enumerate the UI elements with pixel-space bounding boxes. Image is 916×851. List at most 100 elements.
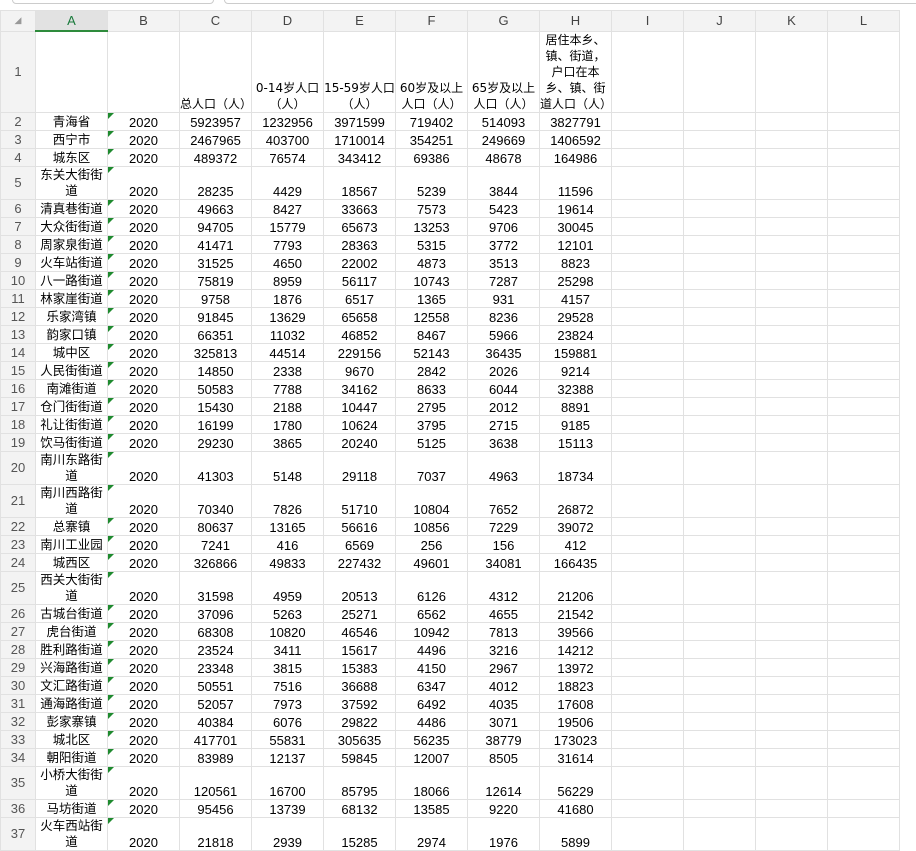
row-header[interactable]: 21: [0, 483, 36, 518]
row-header[interactable]: 8: [0, 234, 36, 254]
data-cell[interactable]: 2020: [107, 621, 180, 641]
data-cell[interactable]: [755, 483, 828, 518]
data-cell[interactable]: 95456: [179, 798, 252, 818]
data-cell[interactable]: 2020: [107, 483, 180, 518]
header-cell[interactable]: 居住本乡、镇、街道，户口在本乡、镇、街道人口（人）: [539, 30, 612, 113]
data-cell[interactable]: 354251: [395, 129, 468, 149]
data-cell[interactable]: [611, 129, 684, 149]
data-cell[interactable]: 326866: [179, 552, 252, 572]
data-cell[interactable]: 931: [467, 288, 540, 308]
row-header[interactable]: 27: [0, 621, 36, 641]
data-cell[interactable]: [755, 516, 828, 536]
header-cell[interactable]: [107, 30, 180, 113]
data-cell[interactable]: 12137: [251, 747, 324, 767]
data-cell[interactable]: 33663: [323, 198, 396, 218]
region-name-cell[interactable]: 韵家口镇: [35, 324, 108, 344]
data-cell[interactable]: 80637: [179, 516, 252, 536]
data-cell[interactable]: 2020: [107, 414, 180, 434]
data-cell[interactable]: 4873: [395, 252, 468, 272]
data-cell[interactable]: [755, 534, 828, 554]
data-cell[interactable]: 8505: [467, 747, 540, 767]
data-cell[interactable]: [755, 450, 828, 485]
data-cell[interactable]: 68132: [323, 798, 396, 818]
data-cell[interactable]: [755, 147, 828, 167]
data-cell[interactable]: [827, 288, 900, 308]
data-cell[interactable]: 4655: [467, 603, 540, 623]
data-cell[interactable]: [755, 129, 828, 149]
row-header[interactable]: 19: [0, 432, 36, 452]
data-cell[interactable]: 2939: [251, 816, 324, 851]
data-cell[interactable]: 2020: [107, 198, 180, 218]
data-cell[interactable]: 34162: [323, 378, 396, 398]
data-cell[interactable]: 29230: [179, 432, 252, 452]
data-cell[interactable]: 2020: [107, 111, 180, 131]
data-cell[interactable]: [755, 693, 828, 713]
data-cell[interactable]: 6562: [395, 603, 468, 623]
header-cell[interactable]: [35, 30, 108, 113]
header-cell[interactable]: [827, 30, 900, 113]
data-cell[interactable]: 75819: [179, 270, 252, 290]
data-cell[interactable]: 41303: [179, 450, 252, 485]
data-cell[interactable]: [827, 450, 900, 485]
data-cell[interactable]: [683, 483, 756, 518]
data-cell[interactable]: [755, 396, 828, 416]
data-cell[interactable]: 403700: [251, 129, 324, 149]
data-cell[interactable]: [827, 675, 900, 695]
row-header[interactable]: 1: [0, 30, 36, 113]
data-cell[interactable]: [611, 483, 684, 518]
header-cell[interactable]: 15-59岁人口（人）: [323, 30, 396, 113]
data-cell[interactable]: 3638: [467, 432, 540, 452]
region-name-cell[interactable]: 文汇路街道: [35, 675, 108, 695]
data-cell[interactable]: 19506: [539, 711, 612, 731]
data-cell[interactable]: [827, 747, 900, 767]
data-cell[interactable]: [683, 165, 756, 200]
data-cell[interactable]: 25271: [323, 603, 396, 623]
data-cell[interactable]: 29822: [323, 711, 396, 731]
data-cell[interactable]: [755, 288, 828, 308]
data-cell[interactable]: [683, 147, 756, 167]
data-cell[interactable]: 13972: [539, 657, 612, 677]
data-cell[interactable]: [755, 816, 828, 851]
column-header-L[interactable]: L: [827, 10, 900, 32]
data-cell[interactable]: 52057: [179, 693, 252, 713]
data-cell[interactable]: [611, 360, 684, 380]
data-cell[interactable]: 36688: [323, 675, 396, 695]
data-cell[interactable]: 68308: [179, 621, 252, 641]
data-cell[interactable]: [755, 747, 828, 767]
data-cell[interactable]: [683, 111, 756, 131]
data-cell[interactable]: 2020: [107, 288, 180, 308]
row-header[interactable]: 28: [0, 639, 36, 659]
data-cell[interactable]: 8959: [251, 270, 324, 290]
region-name-cell[interactable]: 城西区: [35, 552, 108, 572]
data-cell[interactable]: 40384: [179, 711, 252, 731]
data-cell[interactable]: 2967: [467, 657, 540, 677]
data-cell[interactable]: [827, 570, 900, 605]
data-cell[interactable]: [683, 816, 756, 851]
data-cell[interactable]: 8236: [467, 306, 540, 326]
data-cell[interactable]: 4312: [467, 570, 540, 605]
data-cell[interactable]: [683, 234, 756, 254]
data-cell[interactable]: [755, 675, 828, 695]
data-cell[interactable]: 2715: [467, 414, 540, 434]
row-header[interactable]: 20: [0, 450, 36, 485]
data-cell[interactable]: 5263: [251, 603, 324, 623]
data-cell[interactable]: 2188: [251, 396, 324, 416]
data-cell[interactable]: [827, 603, 900, 623]
data-cell[interactable]: 56235: [395, 729, 468, 749]
header-cell[interactable]: 0-14岁人口（人）: [251, 30, 324, 113]
row-header[interactable]: 25: [0, 570, 36, 605]
data-cell[interactable]: 26872: [539, 483, 612, 518]
region-name-cell[interactable]: 胜利路街道: [35, 639, 108, 659]
data-cell[interactable]: [755, 234, 828, 254]
data-cell[interactable]: 15383: [323, 657, 396, 677]
column-header-D[interactable]: D: [251, 10, 324, 32]
data-cell[interactable]: 51710: [323, 483, 396, 518]
data-cell[interactable]: 8891: [539, 396, 612, 416]
data-cell[interactable]: [611, 306, 684, 326]
data-cell[interactable]: [755, 657, 828, 677]
data-cell[interactable]: [827, 552, 900, 572]
data-cell[interactable]: [611, 603, 684, 623]
data-cell[interactable]: [827, 342, 900, 362]
data-cell[interactable]: [611, 288, 684, 308]
data-cell[interactable]: 10624: [323, 414, 396, 434]
